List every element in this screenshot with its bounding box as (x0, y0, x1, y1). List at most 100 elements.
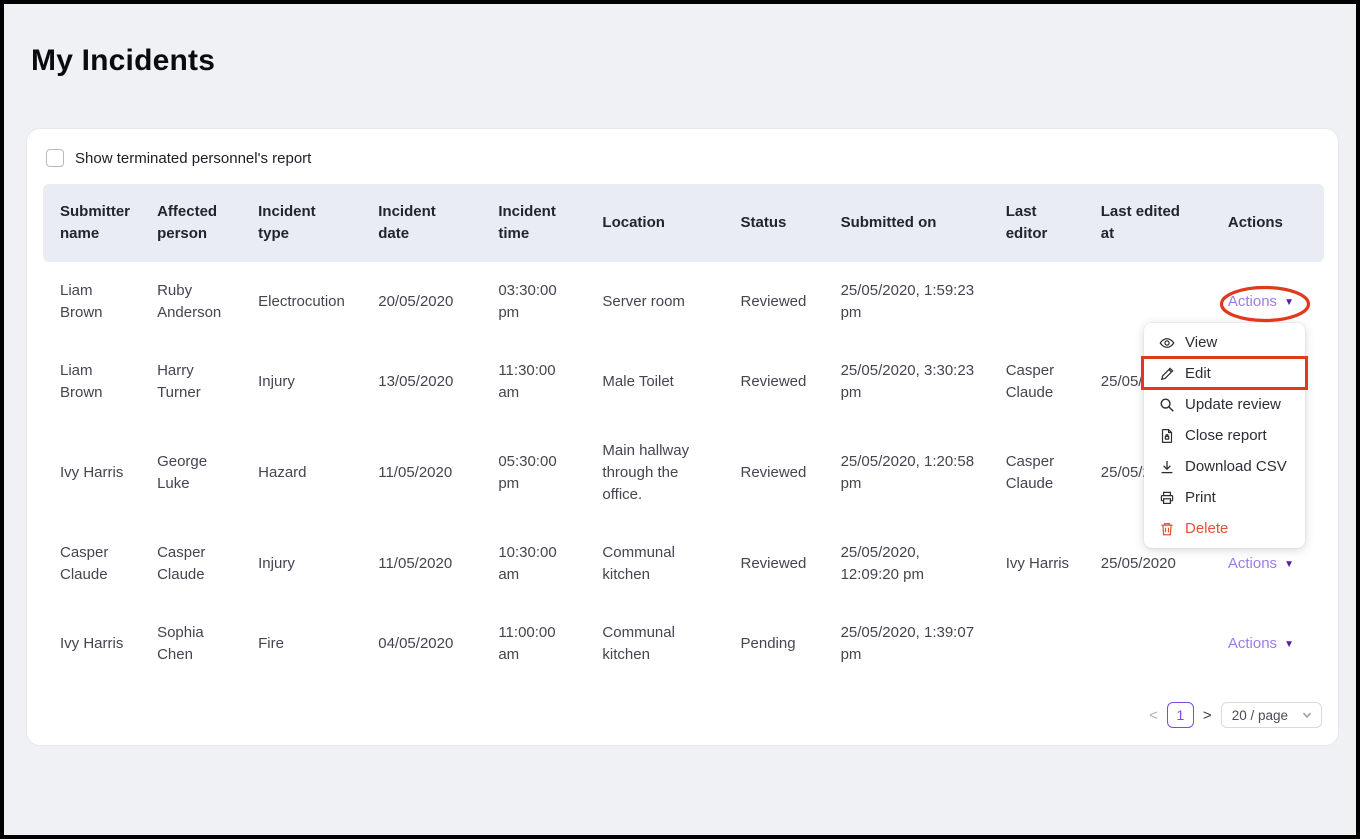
caret-down-icon: ▼ (1284, 559, 1294, 570)
cell-status: Reviewed (724, 262, 824, 342)
cell-last_editor (989, 604, 1084, 684)
show-terminated-label: Show terminated personnel's report (75, 150, 311, 167)
table-row: Casper ClaudeCasper ClaudeInjury11/05/20… (43, 524, 1324, 604)
cell-last_edited (1084, 604, 1211, 684)
cell-affected: Ruby Anderson (140, 262, 241, 342)
download-icon (1159, 459, 1175, 475)
menu-item-label: Edit (1185, 363, 1211, 384)
cell-date: 04/05/2020 (361, 604, 481, 684)
cell-submitter: Ivy Harris (43, 422, 140, 524)
page-title: My Incidents (31, 44, 1356, 78)
cell-submitted: 25/05/2020, 1:59:23 pm (824, 262, 989, 342)
file-lock-icon (1159, 428, 1175, 444)
table-row: Liam BrownHarry TurnerInjury13/05/202011… (43, 342, 1324, 422)
menu-item-print[interactable]: Print (1144, 482, 1305, 513)
pencil-icon (1159, 366, 1175, 382)
cell-submitted: 25/05/2020, 12:09:20 pm (824, 524, 989, 604)
pagination-prev-button[interactable]: < (1149, 707, 1158, 724)
cell-date: 20/05/2020 (361, 262, 481, 342)
column-header: Submitter name (43, 184, 140, 262)
cell-submitted: 25/05/2020, 1:39:07 pm (824, 604, 989, 684)
eye-icon (1159, 335, 1175, 351)
cell-affected: Sophia Chen (140, 604, 241, 684)
pagination-next-button[interactable]: > (1203, 707, 1212, 724)
column-header: Incident date (361, 184, 481, 262)
cell-submitter: Liam Brown (43, 342, 140, 422)
menu-item-update-review[interactable]: Update review (1144, 389, 1305, 420)
menu-item-label: View (1185, 332, 1217, 353)
table-body: Liam BrownRuby AndersonElectrocution20/0… (43, 262, 1324, 684)
incidents-table: Submitter nameAffected personIncident ty… (43, 184, 1324, 684)
cell-time: 11:30:00 am (481, 342, 585, 422)
cell-type: Electrocution (241, 262, 361, 342)
incidents-card: Show terminated personnel's report Submi… (26, 128, 1339, 746)
magnifier-icon (1159, 397, 1175, 413)
column-header: Incident time (481, 184, 585, 262)
cell-date: 11/05/2020 (361, 524, 481, 604)
menu-item-close-report[interactable]: Close report (1144, 420, 1305, 451)
cell-submitted: 25/05/2020, 3:30:23 pm (824, 342, 989, 422)
cell-affected: Harry Turner (140, 342, 241, 422)
show-terminated-checkbox[interactable] (46, 149, 64, 167)
page: My Incidents Show terminated personnel's… (0, 0, 1360, 839)
column-header: Last edited at (1084, 184, 1211, 262)
cell-submitter: Ivy Harris (43, 604, 140, 684)
column-header: Status (724, 184, 824, 262)
cell-type: Hazard (241, 422, 361, 524)
menu-item-view[interactable]: View (1144, 327, 1305, 358)
cell-location: Male Toilet (585, 342, 723, 422)
menu-item-download-csv[interactable]: Download CSV (1144, 451, 1305, 482)
menu-item-label: Update review (1185, 394, 1281, 415)
page-size-value: 20 / page (1232, 708, 1288, 723)
cell-location: Communal kitchen (585, 604, 723, 684)
menu-item-label: Download CSV (1185, 456, 1287, 477)
printer-icon (1159, 490, 1175, 506)
cell-time: 05:30:00 pm (481, 422, 585, 524)
cell-submitter: Casper Claude (43, 524, 140, 604)
cell-affected: George Luke (140, 422, 241, 524)
column-header: Actions (1211, 184, 1324, 262)
menu-item-edit[interactable]: Edit (1144, 358, 1305, 389)
caret-down-icon: ▼ (1284, 639, 1294, 650)
cell-last_editor: Casper Claude (989, 342, 1084, 422)
cell-last_editor: Ivy Harris (989, 524, 1084, 604)
cell-time: 10:30:00 am (481, 524, 585, 604)
trash-icon (1159, 521, 1175, 537)
caret-down-icon: ▼ (1284, 297, 1294, 308)
table-row: Ivy HarrisSophia ChenFire04/05/202011:00… (43, 604, 1324, 684)
page-size-select[interactable]: 20 / page (1221, 702, 1322, 728)
cell-type: Fire (241, 604, 361, 684)
cell-affected: Casper Claude (140, 524, 241, 604)
menu-item-label: Print (1185, 487, 1216, 508)
cell-actions: Actions▼ (1211, 604, 1324, 684)
cell-date: 13/05/2020 (361, 342, 481, 422)
cell-date: 11/05/2020 (361, 422, 481, 524)
column-header: Location (585, 184, 723, 262)
cell-last_editor: Casper Claude (989, 422, 1084, 524)
chevron-down-icon (1302, 710, 1312, 720)
cell-status: Reviewed (724, 422, 824, 524)
cell-submitted: 25/05/2020, 1:20:58 pm (824, 422, 989, 524)
cell-location: Main hallway through the office. (585, 422, 723, 524)
pagination-page-1[interactable]: 1 (1167, 702, 1194, 728)
cell-status: Reviewed (724, 524, 824, 604)
menu-item-delete[interactable]: Delete (1144, 513, 1305, 544)
menu-item-label: Close report (1185, 425, 1267, 446)
cell-last_editor (989, 262, 1084, 342)
pagination: < 1 > 20 / page (1149, 701, 1322, 729)
menu-item-label: Delete (1185, 518, 1228, 539)
column-header: Submitted on (824, 184, 989, 262)
row-actions-button[interactable]: Actions▼ (1228, 635, 1294, 652)
cell-status: Pending (724, 604, 824, 684)
row-actions-button[interactable]: Actions▼ (1228, 555, 1294, 572)
column-header: Last editor (989, 184, 1084, 262)
terminated-filter: Show terminated personnel's report (46, 149, 1322, 167)
table-row: Liam BrownRuby AndersonElectrocution20/0… (43, 262, 1324, 342)
cell-status: Reviewed (724, 342, 824, 422)
row-actions-button[interactable]: Actions▼ (1228, 293, 1294, 310)
cell-time: 11:00:00 am (481, 604, 585, 684)
cell-type: Injury (241, 342, 361, 422)
column-header: Affected person (140, 184, 241, 262)
cell-submitter: Liam Brown (43, 262, 140, 342)
cell-location: Communal kitchen (585, 524, 723, 604)
